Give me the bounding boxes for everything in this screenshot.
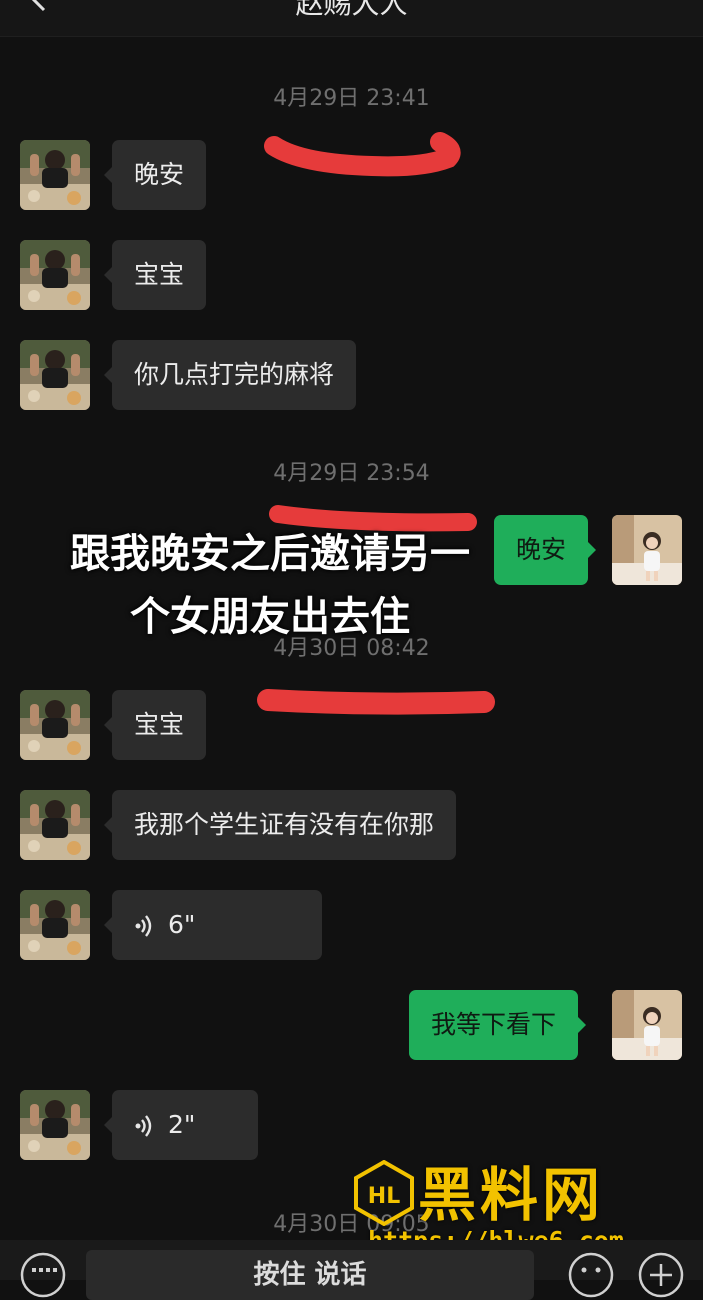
emoji-icon[interactable] [568, 1252, 614, 1298]
contact-avatar[interactable] [20, 240, 90, 310]
contact-avatar[interactable] [20, 890, 90, 960]
message-bubble-incoming[interactable]: 宝宝 [103, 690, 207, 760]
voice-message-bubble[interactable]: 2" [104, 1090, 258, 1160]
message-bubble-incoming[interactable]: 宝宝 [103, 240, 207, 310]
red-marker-stroke [257, 689, 495, 715]
contact-avatar[interactable] [20, 690, 90, 760]
svg-text:HL: HL [368, 1184, 400, 1209]
keyboard-icon[interactable] [20, 1252, 66, 1298]
message-bubble-outgoing[interactable]: 我等下看下 [409, 990, 587, 1060]
my-avatar[interactable] [612, 990, 682, 1060]
my-avatar[interactable] [612, 515, 682, 585]
timestamp: 4月29日 23:41 [273, 86, 430, 111]
voice-duration: 6" [168, 910, 196, 939]
overlay-caption-line2: 个女朋友出去住 [130, 594, 410, 640]
timestamp: 4月29日 23:54 [273, 461, 430, 486]
voice-wave-icon [135, 915, 152, 937]
message-bubble-incoming[interactable]: 我那个学生证有没有在你那 [103, 790, 457, 860]
chat-header: 赵赐大人 [0, 0, 703, 37]
watermark-logo: HL [354, 1160, 414, 1226]
voice-wave-icon [135, 1115, 152, 1137]
contact-avatar[interactable] [20, 1090, 90, 1160]
overlay-caption-line1: 跟我晚安之后邀请另一 [70, 531, 470, 577]
chat-title: 赵赐大人 [295, 0, 408, 20]
message-bubble-incoming[interactable]: 你几点打完的麻将 [103, 340, 357, 410]
plus-icon[interactable] [638, 1252, 684, 1298]
watermark-name: 黑料网 [418, 1161, 605, 1229]
voice-message-bubble[interactable]: 6" [104, 890, 322, 960]
input-bar: 按住 说话 [0, 1240, 703, 1300]
hold-to-talk-button[interactable]: 按住 说话 [86, 1250, 534, 1300]
red-marker-stroke [264, 132, 461, 177]
contact-avatar[interactable] [20, 790, 90, 860]
message-bubble-incoming[interactable]: 晚安 [103, 140, 207, 210]
contact-avatar[interactable] [20, 340, 90, 410]
contact-avatar[interactable] [20, 140, 90, 210]
voice-duration: 2" [168, 1110, 196, 1139]
